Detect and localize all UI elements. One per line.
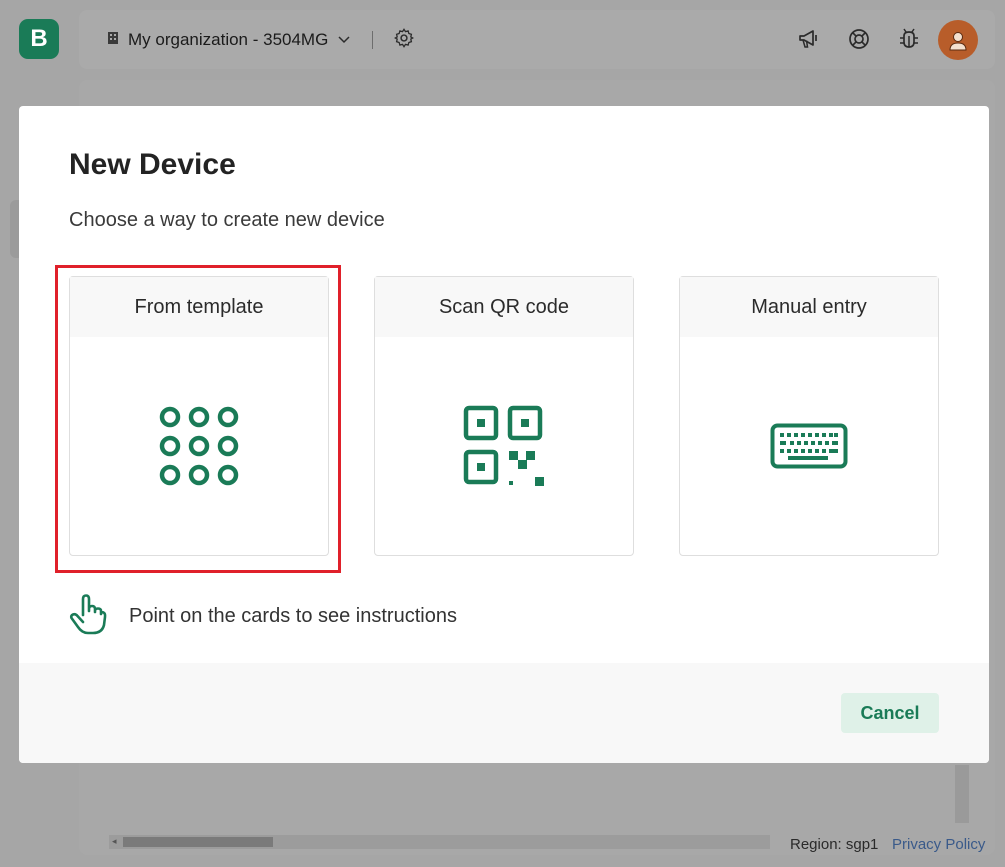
dialog-title: New Device [69,148,236,181]
gear-icon[interactable] [393,27,415,54]
instructions-hint: Point on the cards to see instructions [69,593,457,640]
card-title: Manual entry [680,277,938,337]
pointing-hand-icon [69,593,107,640]
avatar[interactable] [938,20,978,60]
building-icon [106,30,120,50]
app-logo[interactable]: B [19,19,59,59]
cancel-button[interactable]: Cancel [841,693,939,733]
scroll-left-icon[interactable]: ◂ [112,836,117,847]
megaphone-icon[interactable] [795,25,823,53]
dialog-footer: Cancel [19,663,989,763]
org-switcher[interactable]: My organization - 3504MG [106,27,415,54]
qr-code-icon [375,337,633,555]
card-scan-qr[interactable]: Scan QR code [374,276,634,556]
lifebuoy-icon[interactable] [845,25,873,53]
divider [372,31,374,49]
new-device-dialog: New Device Choose a way to create new de… [19,106,989,763]
dialog-subtitle: Choose a way to create new device [69,209,385,231]
vertical-scrollbar[interactable] [955,765,969,823]
privacy-policy-link[interactable]: Privacy Policy [892,836,985,853]
keyboard-icon [680,337,938,555]
card-manual-entry[interactable]: Manual entry [679,276,939,556]
chevron-down-icon [338,33,350,47]
region-label: Region: sgp1 [790,836,879,853]
card-from-template[interactable]: From template [69,276,329,556]
horizontal-scrollbar[interactable]: ◂ [109,835,770,849]
bug-icon[interactable] [895,25,923,53]
hint-text: Point on the cards to see instructions [129,604,457,627]
grid-dots-icon [70,337,328,555]
scrollbar-thumb[interactable] [123,837,273,847]
card-title: From template [70,277,328,337]
org-name: My organization - 3504MG [128,30,329,49]
top-icons [795,25,923,53]
card-title: Scan QR code [375,277,633,337]
